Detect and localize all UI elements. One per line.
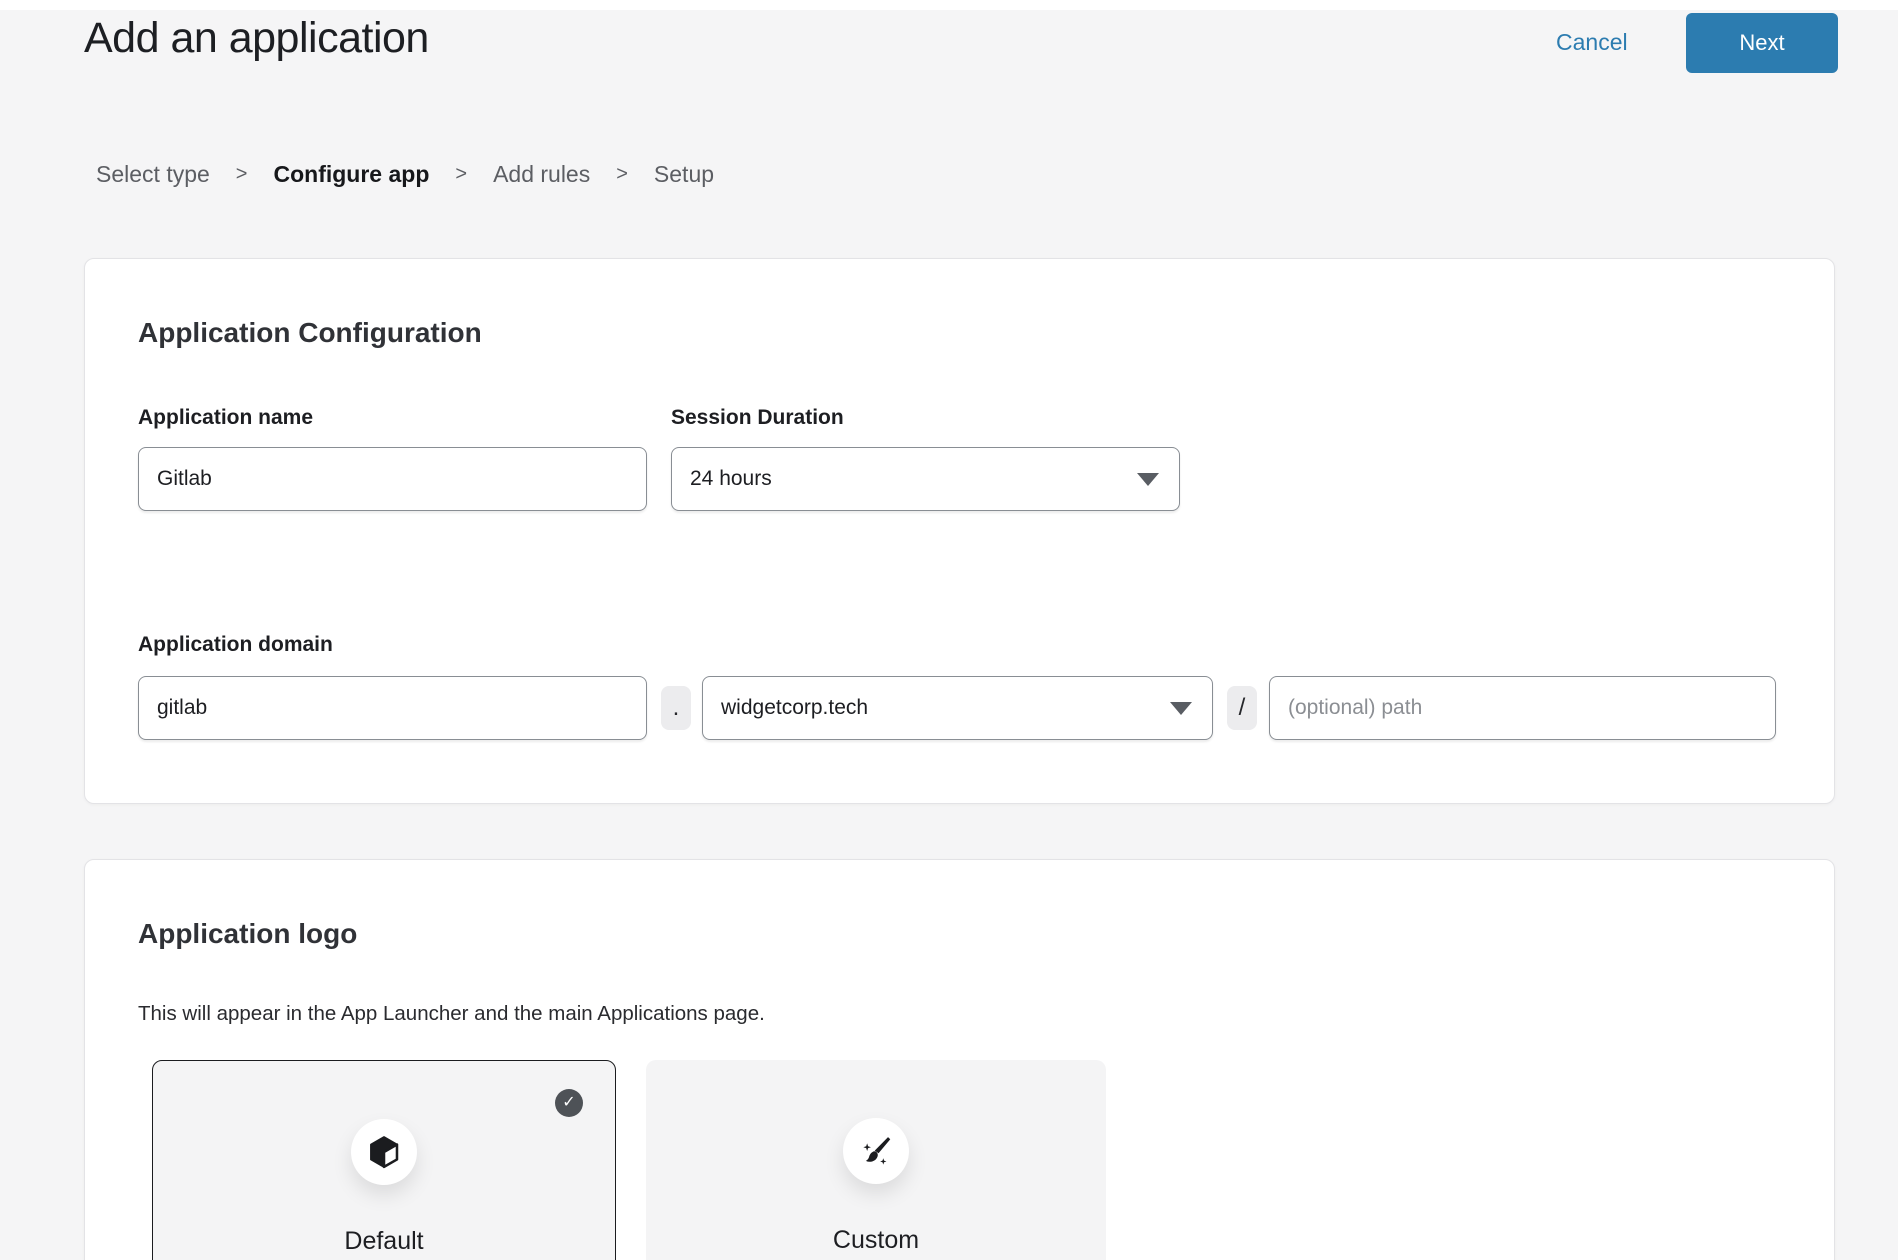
session-duration-label: Session Duration	[671, 406, 844, 430]
breadcrumb-separator: >	[616, 163, 628, 186]
path-input[interactable]	[1269, 676, 1776, 740]
subdomain-input[interactable]	[138, 676, 647, 740]
session-duration-select[interactable]: 24 hours	[671, 447, 1180, 511]
logo-option-default[interactable]: ✓ Default	[152, 1060, 616, 1260]
custom-logo-circle	[843, 1118, 909, 1184]
application-configuration-card: Application Configuration Application na…	[84, 258, 1835, 804]
default-tile-label: Default	[153, 1227, 615, 1256]
domain-slash-separator: /	[1227, 686, 1257, 730]
breadcrumb-separator: >	[236, 163, 248, 186]
application-domain-label: Application domain	[138, 633, 333, 657]
next-button[interactable]: Next	[1686, 13, 1838, 73]
page-title: Add an application	[84, 14, 429, 63]
breadcrumb-separator: >	[455, 163, 467, 186]
breadcrumb-configure-app[interactable]: Configure app	[273, 161, 429, 188]
cancel-button[interactable]: Cancel	[1556, 29, 1628, 56]
logo-option-custom[interactable]: Custom	[646, 1060, 1106, 1260]
breadcrumb-select-type[interactable]: Select type	[96, 161, 210, 188]
domain-select-value: widgetcorp.tech	[721, 696, 868, 720]
custom-tile-label: Custom	[646, 1226, 1106, 1255]
logo-card-title: Application logo	[138, 918, 357, 950]
selected-check-badge: ✓	[555, 1089, 583, 1117]
domain-select[interactable]: widgetcorp.tech	[702, 676, 1213, 740]
session-duration-value: 24 hours	[690, 467, 772, 491]
breadcrumb: Select type > Configure app > Add rules …	[96, 161, 714, 188]
breadcrumb-add-rules[interactable]: Add rules	[493, 161, 590, 188]
breadcrumb-setup[interactable]: Setup	[654, 161, 714, 188]
logo-card-description: This will appear in the App Launcher and…	[138, 1002, 765, 1026]
chevron-down-icon	[1170, 702, 1192, 715]
default-logo-circle	[351, 1119, 417, 1185]
domain-dot-separator: .	[661, 686, 691, 730]
cube-icon	[365, 1133, 403, 1171]
top-white-strip	[0, 0, 1898, 10]
config-card-title: Application Configuration	[138, 317, 482, 349]
application-logo-card: Application logo This will appear in the…	[84, 859, 1835, 1260]
application-name-input[interactable]	[138, 447, 647, 511]
checkmark-icon: ✓	[562, 1095, 575, 1111]
chevron-down-icon	[1137, 473, 1159, 486]
application-name-label: Application name	[138, 406, 313, 430]
paintbrush-icon	[857, 1132, 895, 1170]
